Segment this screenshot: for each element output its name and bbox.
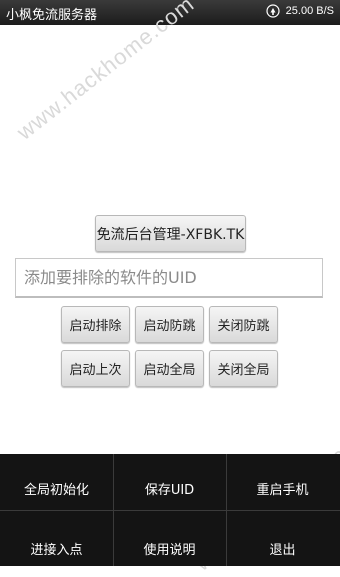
start-global-button[interactable]: 启动全局: [135, 350, 204, 387]
network-speed-icon: [266, 4, 280, 18]
network-indicator: 25.00 B/S: [266, 4, 334, 18]
stop-anti-jump-button[interactable]: 关闭防跳: [209, 306, 278, 343]
uid-input[interactable]: [15, 258, 323, 298]
admin-console-button[interactable]: 免流后台管理-XFBK.TK: [95, 215, 246, 252]
start-exclude-button[interactable]: 启动排除: [61, 306, 130, 343]
menu-access-point[interactable]: 进接入点: [0, 520, 113, 576]
menu-instructions[interactable]: 使用说明: [113, 520, 226, 576]
bottom-menu: 全局初始化 保存UID 重启手机 进接入点 使用说明 退出: [0, 454, 340, 566]
start-anti-jump-button[interactable]: 启动防跳: [135, 306, 204, 343]
start-last-button[interactable]: 启动上次: [61, 350, 130, 387]
net-speed: 25.00 B/S: [285, 5, 334, 17]
stop-global-button[interactable]: 关闭全局: [209, 350, 278, 387]
menu-save-uid[interactable]: 保存UID: [113, 460, 226, 516]
app-title: 小枫免流服务器: [6, 8, 98, 23]
menu-reboot-phone[interactable]: 重启手机: [226, 460, 339, 516]
menu-exit[interactable]: 退出: [226, 520, 339, 576]
menu-global-init[interactable]: 全局初始化: [0, 460, 113, 516]
